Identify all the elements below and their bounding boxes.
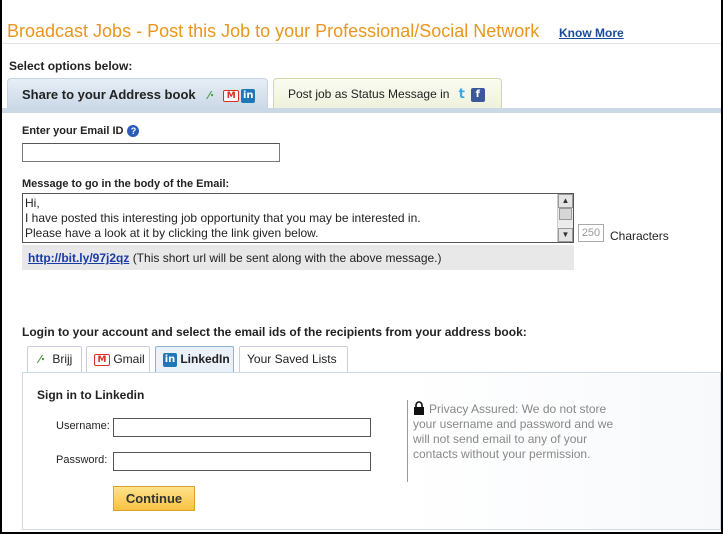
username-label: Username: [56,420,110,432]
privacy-divider [407,400,408,482]
tab-band [2,108,721,113]
linkedin-icon: in [163,352,177,367]
tab-label: Post job as Status Message in [288,87,450,101]
brijj-icon: ⁄∙ [208,88,215,102]
tab-brijj[interactable]: ⁄∙ Brijj [27,346,82,372]
facebook-icon: f [470,87,485,102]
message-textarea[interactable]: Hi, I have posted this interesting job o… [22,193,574,243]
twitter-icon: t [458,86,465,102]
scroll-thumb[interactable] [559,208,572,220]
know-more-link[interactable]: Know More [559,26,624,40]
gmail-icon: M [223,89,240,102]
char-count: 250 [578,224,604,242]
tab-label: Share to your Address book [22,87,196,102]
tab-linkedin-label: LinkedIn [180,352,230,366]
email-label-text: Enter your Email ID [22,125,124,137]
email-label: Enter your Email ID? [22,125,140,138]
tab-saved-lists-label: Your Saved Lists [247,352,337,366]
message-text: Hi, I have posted this interesting job o… [25,196,421,240]
signin-title: Sign in to Linkedin [37,388,145,402]
password-field[interactable] [113,452,371,471]
email-field[interactable] [22,143,280,162]
page-title: Broadcast Jobs - Post this Job to your P… [7,21,540,41]
help-icon[interactable]: ? [127,125,140,138]
message-scrollbar[interactable]: ▲ ▼ [557,194,573,242]
message-label: Message to go in the body of the Email: [22,178,230,190]
short-url-note: (This short url will be sent along with … [132,251,442,265]
brijj-icon: ⁄∙ [38,352,45,366]
login-instructions: Login to your account and select the ema… [22,325,527,339]
tab-linkedin[interactable]: in LinkedIn [155,346,234,373]
continue-button[interactable]: Continue [113,486,195,511]
password-label: Password: [56,454,108,466]
tab-brijj-label: Brijj [52,352,73,366]
gmail-icon: M [94,353,110,366]
divider [2,43,721,44]
tab-gmail-label: Gmail [113,352,145,366]
username-field[interactable] [113,418,371,437]
privacy-note: Privacy Assured: We do not store your us… [413,402,614,461]
scroll-down-icon[interactable]: ▼ [558,228,573,242]
scroll-up-icon[interactable]: ▲ [558,194,573,208]
short-url-link[interactable]: http://bit.ly/97j2qz [28,251,129,265]
share-tabs: Share to your Address book ⁄∙ Min Post jo… [7,78,719,110]
tab-saved-lists[interactable]: Your Saved Lists [239,346,348,372]
linkedin-icon: in [241,88,256,103]
tab-post-status[interactable]: Post job as Status Message in tf [273,78,502,109]
tab-share-address-book[interactable]: Share to your Address book ⁄∙ Min [7,78,268,109]
tab-gmail[interactable]: M Gmail [86,346,150,372]
address-book-tabs: ⁄∙ Brijj M Gmail in LinkedIn Your Saved … [22,346,722,373]
select-options-label: Select options below: [9,59,133,73]
char-label: Characters [610,229,669,243]
short-url-bar: http://bit.ly/97j2qz (This short url wil… [22,245,574,270]
